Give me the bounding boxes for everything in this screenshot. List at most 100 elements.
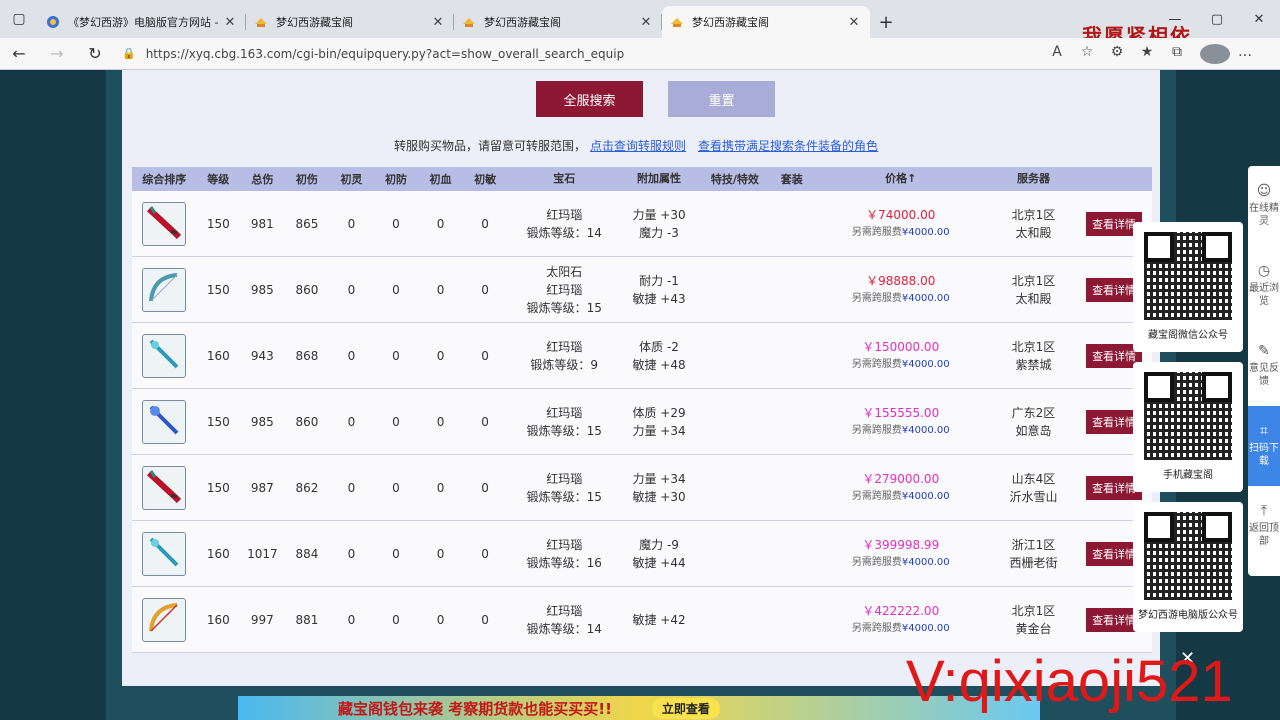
gem-cell: 红玛瑙锻炼等级：16	[507, 536, 621, 572]
gem-line: 红玛瑙	[546, 471, 583, 486]
tab-actions-icon[interactable]: ▢	[0, 0, 38, 38]
server-line: 广东2区	[1011, 405, 1056, 420]
equipment-thumbnail[interactable]	[142, 201, 187, 246]
fee-value: ¥4000.00	[901, 226, 950, 238]
close-icon[interactable]: ✕	[222, 15, 238, 30]
attr-line: 敏捷 +44	[632, 555, 686, 570]
new-tab-button[interactable]: +	[870, 6, 902, 38]
init-hp-header[interactable]: 初血	[418, 171, 463, 187]
sidebar-item-feedback[interactable]: ✎ 意见反馈	[1248, 326, 1280, 406]
sidebar-label: 意见反馈	[1249, 362, 1279, 387]
collections-icon[interactable]: ⧉	[1162, 44, 1192, 64]
init-speed-header[interactable]: 初敏	[463, 171, 508, 187]
sidebar-item-recent[interactable]: ◷ 最近浏览	[1248, 246, 1280, 326]
close-window-icon[interactable]: ✕	[1238, 0, 1280, 38]
close-icon[interactable]: ✕	[430, 15, 446, 30]
gem-header: 宝石	[553, 172, 576, 185]
init-damage-header[interactable]: 初伤	[285, 171, 330, 187]
sidebar-item-online-sprite[interactable]: ☺ 在线精灵	[1248, 166, 1280, 246]
init-damage-cell: 865	[295, 216, 319, 231]
price-value: ￥74000.00	[866, 207, 936, 222]
favorites-icon[interactable]: ★	[1132, 44, 1162, 64]
server-line: 北京1区	[1011, 207, 1056, 222]
server-cell: 山东4区 沂水雪山	[991, 470, 1076, 506]
server-line: 紫禁城	[1015, 357, 1052, 372]
skill-header: 特技/特效	[710, 173, 759, 186]
init-hp-cell: 0	[436, 282, 445, 297]
extensions-icon[interactable]: ⚙	[1102, 44, 1132, 64]
server-header: 服务器	[1016, 172, 1050, 185]
reset-button[interactable]: 重置	[668, 81, 775, 117]
url-field[interactable]: 🔒 https://xyq.cbg.163.com/cgi-bin/equipq…	[122, 47, 1042, 61]
init-spirit-cell: 0	[347, 216, 356, 231]
equipment-thumbnail[interactable]	[142, 267, 187, 312]
forward-icon[interactable]: →	[38, 44, 76, 63]
sidebar-label: 返回顶部	[1249, 522, 1279, 547]
browser-tab-2[interactable]: 梦幻西游藏宝阁 ✕	[246, 6, 454, 38]
tab-title: 梦幻西游藏宝阁	[484, 16, 561, 29]
menu-icon[interactable]: …	[1230, 44, 1260, 64]
equipment-thumbnail[interactable]	[142, 531, 187, 576]
browser-tab-3[interactable]: 梦幻西游藏宝阁 ✕	[454, 6, 662, 38]
avatar[interactable]	[1200, 43, 1230, 64]
server-cell: 北京1区 紫禁城	[991, 338, 1076, 374]
level-cell: 150	[206, 216, 230, 231]
fee-value: ¥4000.00	[901, 292, 950, 304]
gem-line: 锻炼等级：15	[526, 300, 602, 315]
gem-line: 红玛瑙	[546, 339, 583, 354]
global-search-button[interactable]: 全服搜索	[536, 81, 643, 117]
equipment-thumbnail[interactable]	[142, 399, 187, 444]
equipment-thumbnail[interactable]	[142, 597, 187, 642]
gem-line: 锻炼等级：14	[526, 621, 602, 636]
gem-cell: 红玛瑙锻炼等级：15	[507, 470, 621, 506]
close-icon[interactable]: ✕	[846, 15, 862, 30]
gem-line: 锻炼等级：15	[526, 489, 602, 504]
back-icon[interactable]: ←	[0, 44, 38, 63]
server-line: 如意岛	[1015, 423, 1052, 438]
gem-line: 锻炼等级：16	[526, 555, 602, 570]
sidebar-label: 最近浏览	[1249, 282, 1279, 307]
price-cell: ￥155555.00 另需跨服费¥4000.00	[811, 404, 991, 440]
favorite-icon[interactable]: ☆	[1072, 44, 1102, 64]
price-cell: ￥150000.00 另需跨服费¥4000.00	[811, 338, 991, 374]
init-speed-cell: 0	[481, 414, 489, 429]
total-damage-header[interactable]: 总伤	[240, 171, 285, 187]
table-row: 150 981 865 0 0 0 0 红玛瑙 锻炼等级：14 力量 +30 魔力 -3 ￥74000…	[132, 191, 1152, 257]
init-speed-cell: 0	[481, 546, 489, 561]
price-header[interactable]: 价格↑	[811, 170, 991, 188]
level-cell: 150	[206, 480, 230, 495]
read-aloud-icon[interactable]: A	[1042, 44, 1072, 64]
sprite-icon: ☺	[1256, 182, 1272, 199]
init-defense-header[interactable]: 初防	[374, 171, 419, 187]
fee-prefix: 另需跨服费	[851, 424, 902, 436]
close-icon[interactable]: ✕	[638, 15, 654, 30]
init-spirit-header[interactable]: 初灵	[329, 171, 374, 187]
sort-overall-header[interactable]: 综合排序	[132, 171, 196, 187]
equipment-thumbnail[interactable]	[142, 465, 187, 510]
red-sword-icon	[145, 203, 183, 244]
refresh-icon[interactable]: ↻	[76, 44, 114, 63]
matching-roles-link[interactable]: 查看携带满足搜索条件装备的角色	[698, 139, 878, 153]
red-sword-icon	[145, 467, 183, 508]
attr-line: 敏捷 +43	[632, 291, 686, 306]
init-hp-cell: 0	[436, 216, 445, 231]
transfer-notice: 转服购买物品，请留意可转服范围， 点击查询转服规则 查看携带满足搜索条件装备的角色	[394, 137, 878, 154]
maximize-icon[interactable]: ▢	[1196, 0, 1238, 38]
tab-title: 梦幻西游藏宝阁	[692, 16, 769, 29]
gem-line: 红玛瑙	[546, 537, 583, 552]
price-cell: ￥74000.00 另需跨服费¥4000.00	[811, 206, 991, 242]
browser-tab-1[interactable]: 《梦幻西游》电脑版官方网站 - ✕	[38, 6, 246, 38]
sidebar-label: 扫码下载	[1249, 442, 1279, 467]
level-header[interactable]: 等级	[196, 171, 240, 187]
sidebar-item-scan[interactable]: ⌗ 扫码下载	[1248, 406, 1280, 486]
init-hp-cell: 0	[436, 546, 445, 561]
browser-tab-4[interactable]: 梦幻西游藏宝阁 ✕	[662, 6, 870, 38]
attr-line: 体质 -2	[639, 339, 679, 354]
attr-line: 魔力 -9	[639, 537, 679, 552]
init-defense-cell: 0	[392, 282, 400, 297]
banner-button[interactable]: 立即查看	[651, 697, 720, 719]
init-speed-cell: 0	[481, 282, 489, 297]
transfer-rules-link[interactable]: 点击查询转服规则	[590, 139, 686, 153]
equipment-thumbnail[interactable]	[142, 333, 187, 378]
sidebar-item-top[interactable]: ⤒ 返回顶部	[1248, 486, 1280, 566]
